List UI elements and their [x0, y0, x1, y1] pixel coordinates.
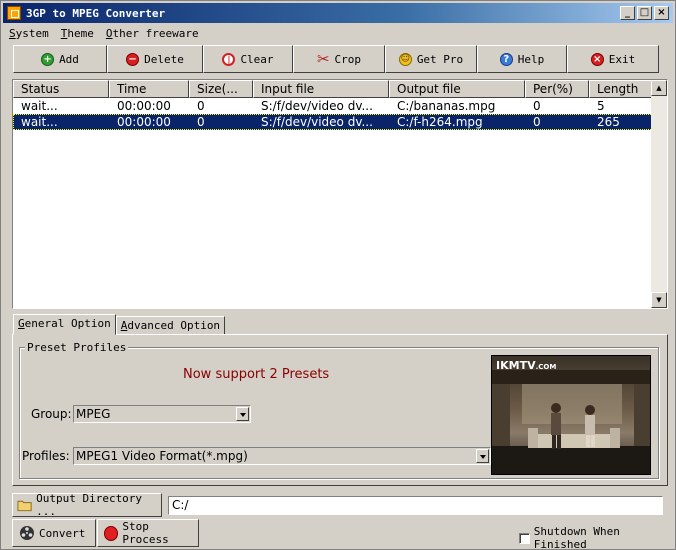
- list-header: Status Time Size(... Input file Output f…: [13, 80, 653, 98]
- table-row[interactable]: wait... 00:00:00 0 S:/f/dev/video dv... …: [13, 98, 653, 114]
- cell-output-file: C:/bananas.mpg: [397, 99, 496, 113]
- get-pro-button[interactable]: ☺ Get Pro: [385, 45, 477, 73]
- convert-button[interactable]: Convert: [12, 519, 96, 547]
- column-time[interactable]: Time: [109, 80, 189, 98]
- cell-time: 00:00:00: [117, 99, 171, 113]
- cell-input-file: S:/f/dev/video dv...: [261, 99, 373, 113]
- stop-icon: [104, 525, 119, 541]
- ad-banner-image[interactable]: IKMTV.COM: [491, 355, 651, 475]
- add-button[interactable]: + Add: [13, 45, 107, 73]
- cell-percent: 0: [533, 115, 541, 129]
- scroll-up-icon[interactable]: ▲: [651, 80, 667, 96]
- scroll-down-icon[interactable]: ▼: [651, 292, 667, 308]
- table-row-selected[interactable]: wait... 00:00:00 0 S:/f/dev/video dv... …: [13, 114, 653, 130]
- toolbar: + Add − Delete | Clear ✂ Crop ☺ Get Pro …: [13, 45, 659, 73]
- cell-input-file: S:/f/dev/video dv...: [261, 115, 373, 129]
- x-circle-icon: ×: [590, 52, 604, 66]
- list-scrollbar[interactable]: ▲ ▼: [651, 80, 667, 308]
- chevron-down-icon[interactable]: [476, 449, 489, 463]
- scissors-icon: ✂: [316, 50, 330, 68]
- power-icon: |: [222, 52, 236, 66]
- menu-bar: System Theme Other freeware: [3, 24, 673, 42]
- app-icon[interactable]: [7, 6, 21, 20]
- cell-size: 0: [197, 99, 205, 113]
- crop-button[interactable]: ✂ Crop: [293, 45, 385, 73]
- profiles-label: Profiles:: [22, 449, 70, 463]
- delete-button[interactable]: − Delete: [107, 45, 203, 73]
- option-tabs: General Option Advanced Option: [13, 314, 226, 335]
- folder-icon: [17, 500, 32, 512]
- cell-status: wait...: [21, 115, 58, 129]
- cell-size: 0: [197, 115, 205, 129]
- menu-system[interactable]: System: [3, 27, 55, 40]
- main-window: 3GP to MPEG Converter _ □ × System Theme…: [0, 0, 676, 550]
- output-directory-input[interactable]: C:/: [168, 496, 663, 515]
- stop-process-button[interactable]: Stop Process: [97, 519, 199, 547]
- window-controls: _ □ ×: [620, 6, 669, 20]
- chevron-down-icon[interactable]: [236, 407, 249, 421]
- question-circle-icon: ?: [499, 52, 513, 66]
- smiley-icon: ☺: [398, 52, 412, 66]
- help-button[interactable]: ? Help: [477, 45, 567, 73]
- column-output-file[interactable]: Output file: [389, 80, 525, 98]
- tab-general-option[interactable]: General Option: [13, 314, 116, 335]
- column-status[interactable]: Status: [13, 80, 109, 98]
- cell-output-file: C:/f-h264.mpg: [397, 115, 483, 129]
- close-button[interactable]: ×: [654, 6, 669, 20]
- column-length[interactable]: Length: [589, 80, 653, 98]
- column-percent[interactable]: Per(%): [525, 80, 589, 98]
- cell-percent: 0: [533, 99, 541, 113]
- clear-button[interactable]: | Clear: [203, 45, 293, 73]
- film-reel-icon: [20, 526, 34, 540]
- shutdown-when-finished-checkbox[interactable]: Shutdown When Finished: [519, 525, 675, 550]
- menu-theme[interactable]: Theme: [55, 27, 100, 40]
- support-presets-text: Now support 2 Presets: [183, 367, 330, 382]
- preset-profiles-label: Preset Profiles: [25, 341, 129, 354]
- cell-status: wait...: [21, 99, 58, 113]
- plus-circle-icon: +: [41, 52, 55, 66]
- window-title: 3GP to MPEG Converter: [26, 6, 166, 20]
- title-bar[interactable]: 3GP to MPEG Converter _ □ ×: [3, 3, 673, 23]
- group-label: Group:: [31, 407, 72, 421]
- checkbox-box[interactable]: [519, 532, 530, 544]
- minus-circle-icon: −: [126, 52, 140, 66]
- cell-time: 00:00:00: [117, 115, 171, 129]
- conversion-list[interactable]: Status Time Size(... Input file Output f…: [12, 79, 668, 309]
- column-size[interactable]: Size(...: [189, 80, 253, 98]
- group-select[interactable]: MPEG: [73, 405, 251, 423]
- ad-scene-illustration: [492, 370, 650, 474]
- tab-advanced-option[interactable]: Advanced Option: [115, 316, 226, 335]
- menu-other-freeware[interactable]: Other freeware: [100, 27, 205, 40]
- maximize-button[interactable]: □: [637, 6, 652, 20]
- output-directory-button[interactable]: Output Directory ...: [12, 492, 162, 518]
- exit-button[interactable]: × Exit: [567, 45, 659, 73]
- cell-length: 265: [597, 115, 620, 129]
- cell-length: 5: [597, 99, 605, 113]
- profiles-select[interactable]: MPEG1 Video Format(*.mpg): [73, 447, 491, 465]
- minimize-button[interactable]: _: [620, 6, 635, 20]
- column-input-file[interactable]: Input file: [253, 80, 389, 98]
